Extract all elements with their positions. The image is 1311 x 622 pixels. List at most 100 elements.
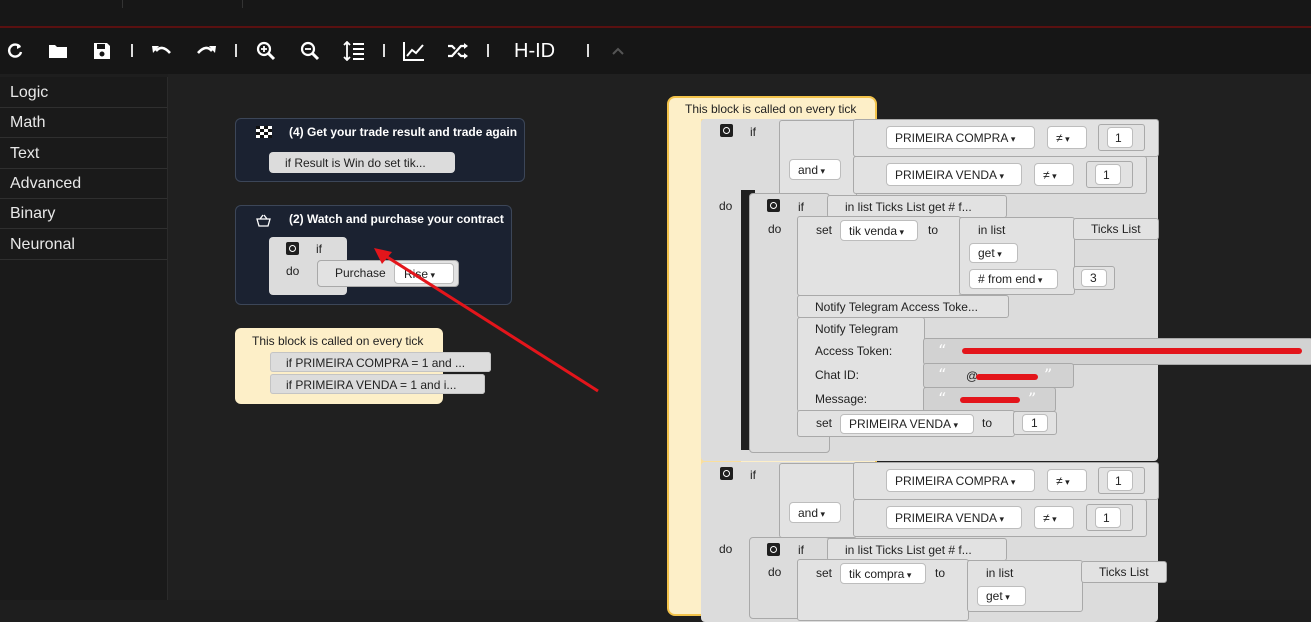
list-get-label: in list Ticks List get # f... <box>845 200 972 214</box>
operator-value: ≠ <box>1043 511 1057 525</box>
sidebar-item-binary[interactable]: Binary <box>0 199 167 229</box>
number-field[interactable]: 1 <box>1022 414 1048 432</box>
quote-close-icon: ” <box>1028 389 1037 408</box>
shuffle-icon[interactable] <box>446 39 470 63</box>
redaction-mark <box>962 348 1302 354</box>
and-block[interactable]: and <box>779 463 857 538</box>
variable-dropdown[interactable]: PRIMEIRA VENDA <box>840 414 974 434</box>
number-field[interactable]: 1 <box>1107 127 1133 148</box>
set-block-primeira-venda[interactable]: set PRIMEIRA VENDA to <box>797 410 1015 437</box>
get-mode-dropdown[interactable]: get <box>969 243 1018 263</box>
compare-block[interactable]: PRIMEIRA COMPRA ≠ 1 <box>853 462 1159 500</box>
number-value: 3 <box>1090 271 1097 285</box>
gear-icon <box>767 199 780 212</box>
save-icon[interactable] <box>90 39 114 63</box>
list-item-block[interactable]: in list get <box>967 560 1083 612</box>
ticks-list-variable[interactable]: Ticks List <box>1073 218 1159 240</box>
chat-id-text-block[interactable]: “ @ ” <box>923 363 1074 388</box>
tab-divider <box>242 0 243 8</box>
set-keyword: set <box>816 566 833 580</box>
list-get-block[interactable]: in list Ticks List get # f... <box>827 195 1007 218</box>
notify-telegram-block[interactable]: Notify Telegram Access Token: Chat ID: M… <box>797 317 925 412</box>
variable-name: tik compra <box>849 567 911 581</box>
compare-block[interactable]: PRIMEIRA VENDA ≠ 1 <box>853 499 1147 537</box>
chevron-up-icon[interactable] <box>606 39 630 63</box>
variable-name: Ticks List <box>1091 222 1141 236</box>
get-mode-dropdown[interactable]: get <box>977 586 1026 606</box>
number-block[interactable]: 1 <box>1098 124 1145 151</box>
collapsed-statement[interactable]: if Result is Win do set tik... <box>269 152 455 173</box>
number-block[interactable]: 1 <box>1013 411 1057 435</box>
number-block[interactable]: 1 <box>1086 504 1133 531</box>
number-block[interactable]: 1 <box>1098 467 1145 494</box>
redo-icon[interactable] <box>194 39 218 63</box>
if-keyword: if <box>798 543 804 557</box>
if-keyword: if <box>316 242 322 256</box>
chart-icon[interactable] <box>402 39 426 63</box>
folder-icon[interactable] <box>46 39 70 63</box>
number-field[interactable]: 3 <box>1081 269 1107 287</box>
sort-icon[interactable] <box>342 39 366 63</box>
access-token-text-block[interactable]: “ <box>923 338 1311 365</box>
zoom-out-icon[interactable] <box>298 39 322 63</box>
toolbar-divider <box>131 44 133 57</box>
category-sidebar: Logic Math Text Advanced Binary Neuronal <box>0 77 168 600</box>
variable-name: PRIMEIRA VENDA <box>895 168 1004 182</box>
message-label: Message: <box>815 392 868 406</box>
compare-block[interactable]: PRIMEIRA COMPRA ≠ 1 <box>853 119 1159 157</box>
undo-icon[interactable] <box>150 39 174 63</box>
toolbar-divider <box>587 44 589 57</box>
ticks-list-variable[interactable]: Ticks List <box>1081 561 1167 583</box>
sidebar-item-math[interactable]: Math <box>0 108 167 138</box>
variable-dropdown[interactable]: PRIMEIRA VENDA <box>886 163 1022 186</box>
sidebar-item-neuronal[interactable]: Neuronal <box>0 230 167 260</box>
operator-dropdown[interactable]: and <box>789 502 841 523</box>
statement-label: if Result is Win do set tik... <box>285 156 426 170</box>
number-field[interactable]: 1 <box>1107 470 1133 491</box>
quote-open-icon: “ <box>938 365 947 384</box>
variable-dropdown[interactable]: PRIMEIRA VENDA <box>886 506 1022 529</box>
zoom-in-icon[interactable] <box>254 39 278 63</box>
position-dropdown[interactable]: # from end <box>969 269 1058 289</box>
variable-dropdown[interactable]: tik compra <box>840 563 926 584</box>
refresh-icon[interactable] <box>3 39 27 63</box>
toolbar: H-ID <box>0 28 1311 74</box>
operator-dropdown[interactable]: ≠ <box>1047 469 1087 492</box>
sidebar-item-advanced[interactable]: Advanced <box>0 169 167 199</box>
set-block-compra[interactable]: set tik compra to <box>797 559 969 621</box>
operator-value: ≠ <box>1056 474 1070 488</box>
number-block[interactable]: 1 <box>1086 161 1133 188</box>
operator-dropdown[interactable]: ≠ <box>1034 506 1074 529</box>
to-keyword: to <box>935 566 946 580</box>
brand-label: H-ID <box>514 40 556 62</box>
number-field[interactable]: 1 <box>1095 507 1121 528</box>
list-get-block[interactable]: in list Ticks List get # f... <box>827 538 1007 561</box>
message-text-block[interactable]: “ ” <box>923 387 1056 412</box>
set-block-venda[interactable]: set tik venda to <box>797 216 961 296</box>
variable-dropdown[interactable]: PRIMEIRA COMPRA <box>886 126 1035 149</box>
number-block[interactable]: 3 <box>1073 266 1115 290</box>
gear-icon <box>286 242 299 255</box>
toolbar-divider <box>235 44 237 57</box>
variable-dropdown[interactable]: PRIMEIRA COMPRA <box>886 469 1035 492</box>
number-value: 1 <box>1115 474 1122 488</box>
and-block[interactable]: and <box>779 120 857 197</box>
list-item-block[interactable]: in list get # from end <box>959 217 1075 295</box>
number-field[interactable]: 1 <box>1095 164 1121 185</box>
to-keyword: to <box>982 416 993 430</box>
annotation-arrow <box>374 248 599 393</box>
operator-dropdown[interactable]: ≠ <box>1034 163 1074 186</box>
flag-icon <box>256 126 272 138</box>
in-list-label: in list <box>986 566 1014 580</box>
variable-name: PRIMEIRA COMPRA <box>895 474 1015 488</box>
block-trade-again[interactable]: (4) Get your trade result and trade agai… <box>235 118 525 182</box>
notify-collapsed-block[interactable]: Notify Telegram Access Toke... <box>797 295 1009 318</box>
operator-dropdown[interactable]: ≠ <box>1047 126 1087 149</box>
sidebar-item-text[interactable]: Text <box>0 139 167 169</box>
in-list-label: in list <box>978 223 1006 237</box>
position-value: # from end <box>978 272 1042 286</box>
variable-dropdown[interactable]: tik venda <box>840 220 918 241</box>
sidebar-item-logic[interactable]: Logic <box>0 78 167 108</box>
operator-dropdown[interactable]: and <box>789 159 841 180</box>
compare-block[interactable]: PRIMEIRA VENDA ≠ 1 <box>853 156 1147 194</box>
